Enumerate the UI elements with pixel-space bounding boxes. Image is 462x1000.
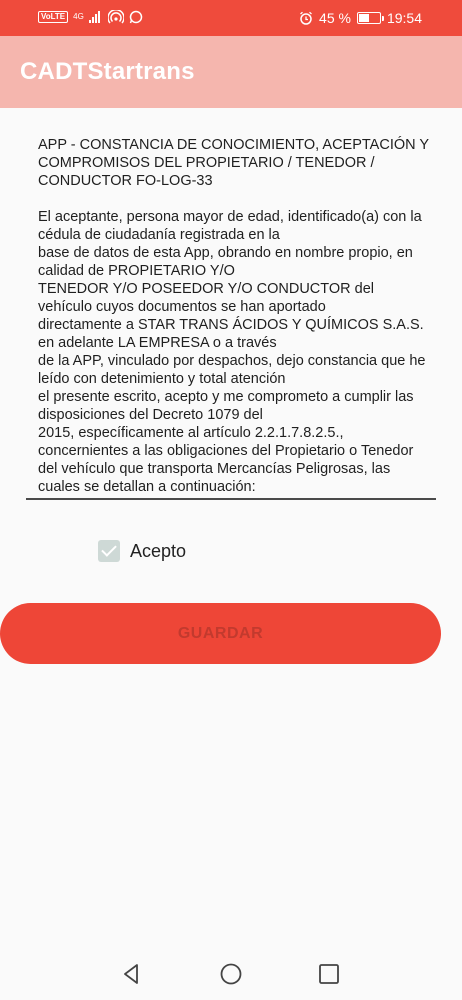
status-bar: VoLTE 4G 45 % 19:54 [0,0,462,36]
clock: 19:54 [386,10,422,26]
terms-title: APP - CONSTANCIA DE CONOCIMIENTO, ACEPTA… [38,137,429,189]
accept-label[interactable]: Acepto [130,541,186,562]
accept-checkbox-row[interactable]: Acepto [98,540,186,562]
whatsapp-icon [129,10,143,24]
battery-fill [358,14,369,22]
battery-icon [356,12,384,24]
network-type-label: 4G [73,12,84,21]
check-icon [101,541,117,557]
recents-icon[interactable] [317,962,341,986]
save-button[interactable]: GUARDAR [0,603,441,664]
terms-body: El aceptante, persona mayor de edad, ide… [38,209,426,495]
hotspot-icon [107,10,124,24]
back-icon[interactable] [119,962,143,986]
accept-checkbox[interactable] [98,540,120,562]
app-bar: CADTStartrans [0,36,462,108]
navigation-bar [0,950,462,1000]
signal-icon [88,11,100,23]
status-left-group: VoLTE 4G [38,10,143,24]
volte-badge: VoLTE [38,11,69,23]
battery-percent: 45 % [319,10,351,26]
status-right-group: 45 % 19:54 [299,10,422,26]
alarm-icon [300,11,312,25]
divider [26,498,436,500]
app-title: CADTStartrans [20,58,195,85]
home-icon[interactable] [219,962,243,986]
terms-scroll-area[interactable]: APP - CONSTANCIA DE CONOCIMIENTO, ACEPTA… [38,136,430,506]
